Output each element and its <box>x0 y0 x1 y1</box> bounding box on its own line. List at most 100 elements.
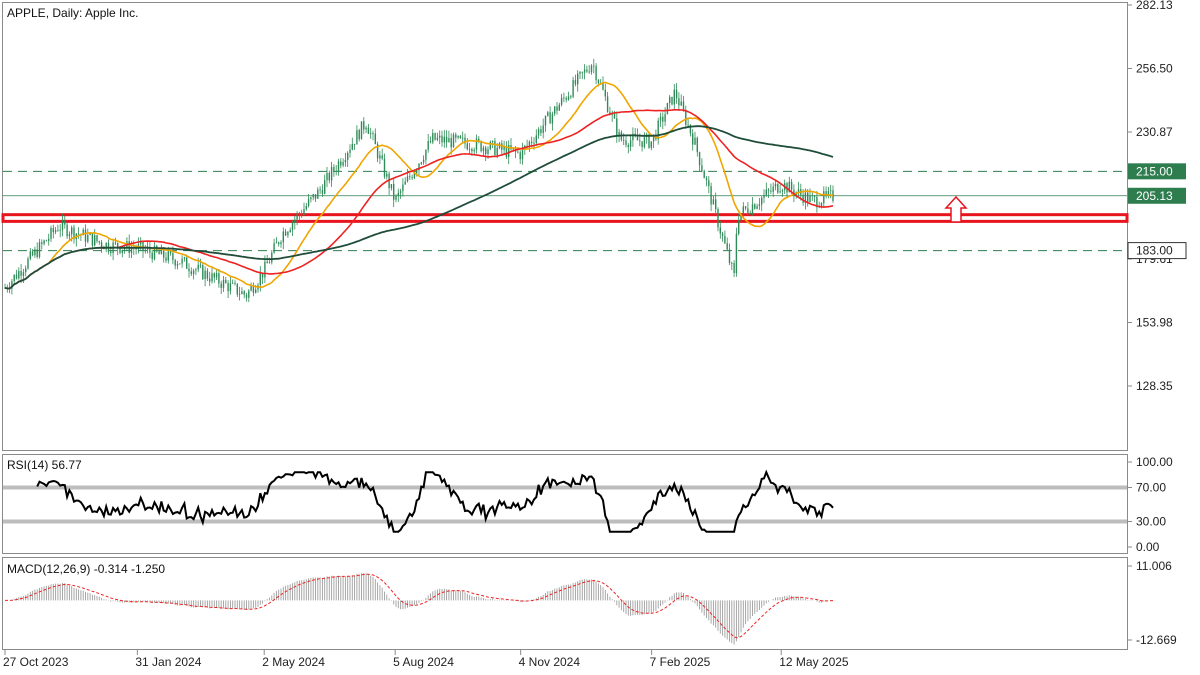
candle-body <box>259 273 261 286</box>
candle-body <box>781 190 784 192</box>
date-tick-label: 7 Feb 2025 <box>650 655 711 669</box>
rsi-tick-label: 0.00 <box>1136 540 1160 554</box>
candle-body <box>420 162 422 164</box>
candle-body <box>583 69 586 73</box>
candle-body <box>823 191 825 204</box>
ma-mid-line <box>4 109 834 290</box>
candle-body <box>735 233 738 274</box>
candle-body <box>512 148 514 150</box>
candle-body <box>360 121 363 140</box>
candle-body <box>296 213 298 220</box>
rsi-tick-label: 100.00 <box>1136 455 1173 469</box>
candle-body <box>641 141 643 148</box>
candle-body <box>820 203 823 207</box>
candle-body <box>273 243 275 253</box>
price-tag-label: 205.13 <box>1136 189 1173 203</box>
candle-body <box>326 172 328 181</box>
candle-body <box>206 270 209 279</box>
candle-body <box>324 180 326 194</box>
candle-body <box>176 263 179 266</box>
candle-body <box>694 137 696 145</box>
candle-body <box>307 199 310 206</box>
date-tick-label: 27 Oct 2023 <box>3 655 69 669</box>
candle-body <box>487 149 489 154</box>
arrow-layer <box>944 195 968 223</box>
candle-body <box>719 227 721 234</box>
candle-body <box>172 253 174 260</box>
candle-body <box>613 114 616 119</box>
candle-body <box>726 243 728 250</box>
candle-body <box>363 121 365 130</box>
candle-body <box>482 147 485 152</box>
candle-body <box>558 104 560 111</box>
candle-body <box>100 242 103 247</box>
chart-title: APPLE, Daily: Apple Inc. <box>7 6 138 20</box>
candle-body <box>87 235 89 242</box>
candle-body <box>225 279 227 284</box>
date-tick-label: 5 Aug 2024 <box>393 655 454 669</box>
candle-body <box>282 231 284 243</box>
candle-body <box>627 144 629 147</box>
candle-body <box>445 136 448 143</box>
candle-body <box>77 233 80 235</box>
candle-body <box>701 165 703 172</box>
price-tick-label: 230.87 <box>1136 125 1173 139</box>
candle-body <box>733 263 735 274</box>
candle-body <box>457 135 459 138</box>
candle-body <box>321 190 324 194</box>
candle-body <box>266 261 268 264</box>
candle-body <box>712 199 715 205</box>
candle-body <box>436 137 439 140</box>
candle-body <box>468 149 471 150</box>
candle-body <box>554 106 556 114</box>
price-tick-label: 128.35 <box>1136 379 1173 393</box>
candle-body <box>342 162 344 166</box>
candle-body <box>669 96 671 104</box>
candle-body <box>531 141 533 143</box>
candle-body <box>809 195 811 202</box>
candle-body <box>547 112 549 116</box>
candle-body <box>765 189 767 195</box>
candle-body <box>790 181 793 190</box>
candle-body <box>763 194 765 198</box>
candle-body <box>825 191 827 195</box>
candle-body <box>91 233 94 246</box>
candle-body <box>595 66 597 81</box>
candle-body <box>13 274 15 282</box>
candle-body <box>758 204 761 206</box>
candle-body <box>450 138 452 148</box>
candle-body <box>144 249 146 251</box>
candle-body <box>485 147 487 154</box>
candle-body <box>234 282 236 284</box>
candle-body <box>692 133 694 145</box>
candle-body <box>64 220 66 225</box>
candle-body <box>301 214 303 216</box>
candle-body <box>466 143 468 150</box>
candle-body <box>59 229 61 231</box>
candle-body <box>271 252 273 263</box>
price-tag-label: 183.00 <box>1136 244 1173 258</box>
candle-body <box>294 219 296 223</box>
candle-body <box>772 186 774 192</box>
candle-body <box>312 194 314 198</box>
candle-body <box>158 251 160 255</box>
candle-body <box>174 259 176 266</box>
candle-body <box>188 268 190 272</box>
candle-body <box>356 130 358 145</box>
candle-body <box>351 143 353 150</box>
candle-body <box>459 135 462 139</box>
candle-body <box>344 159 347 163</box>
candle-body <box>29 251 31 259</box>
candle-body <box>229 283 232 292</box>
candle-body <box>50 228 52 239</box>
candle-body <box>195 269 197 271</box>
candle-body <box>565 98 567 100</box>
candle-body <box>66 224 68 237</box>
candle-body <box>204 270 206 280</box>
candle-body <box>606 96 609 112</box>
candle-body <box>275 242 278 244</box>
candle-body <box>779 191 781 193</box>
candle-body <box>68 234 71 237</box>
candle-body <box>245 294 248 298</box>
candle-body <box>777 183 779 193</box>
